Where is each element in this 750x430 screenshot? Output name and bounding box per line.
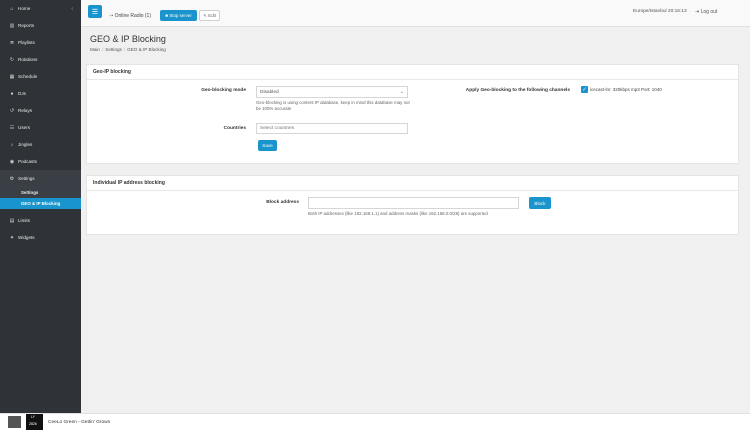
sidebar-item-podcasts[interactable]: ◉ Podcasts — [0, 153, 81, 170]
breadcrumb-current: GEO & IP Blocking — [127, 47, 166, 52]
stop-server-button[interactable]: ■ Stop server — [160, 10, 197, 21]
geo-mode-help: Geo-blocking is using content IP databas… — [256, 100, 410, 111]
ip-blocking-panel: Individual IP address blocking Block add… — [86, 175, 739, 235]
sidebar-item-users[interactable]: ☷ Users — [0, 119, 81, 136]
list-icon: ≣ — [9, 39, 15, 46]
sidebar-item-jingles[interactable]: ♪ Jingles — [0, 136, 81, 153]
block-address-input[interactable] — [308, 197, 519, 209]
geo-ip-panel: Geo-IP blocking Geo-blocking mode Disabl… — [86, 64, 739, 164]
logout-icon: ⇥ — [695, 9, 700, 15]
radio-selector[interactable]: ⇢ Online Radio (1) — [109, 13, 151, 19]
widgets-icon: ✦ — [9, 234, 15, 241]
sidebar-item-label: Jingles — [18, 142, 33, 147]
bell-icon: ♪ — [10, 141, 14, 148]
ip-blocking-panel-title: Individual IP address blocking — [87, 176, 738, 191]
player-bar: LY 2826 CeeLo Green - Gettin' Grown — [0, 413, 750, 430]
sidebar-item-relays[interactable]: ↺ Relays — [0, 102, 81, 119]
check-icon: ✓ — [582, 86, 587, 93]
server-time: Europe/Istanbul 20:16:13 — [633, 9, 687, 14]
block-button[interactable]: Block — [529, 197, 551, 209]
sidebar-item-label: DJs — [18, 91, 26, 96]
breadcrumb: Main / Settings / GEO & IP Blocking — [90, 47, 166, 52]
sidebar-item-reports[interactable]: ▥ Reports — [0, 17, 81, 34]
sliders-icon: ⚙ — [9, 175, 15, 182]
channel-checkbox[interactable]: ✓ — [581, 86, 588, 93]
menu-toggle-button[interactable]: ☰ — [88, 5, 102, 18]
logout-label: Log out — [700, 9, 718, 15]
hamburger-icon: ☰ — [91, 8, 99, 16]
sidebar-item-schedule[interactable]: ▦ Schedule — [0, 68, 81, 85]
sidebar-item-label: Settings — [18, 176, 35, 181]
sidebar-item-limits[interactable]: ▤ Limits — [0, 212, 81, 229]
geo-ip-panel-title: Geo-IP blocking — [87, 65, 738, 80]
radio-icon: ⇢ — [109, 13, 114, 19]
sidebar-item-label: Podcasts — [18, 159, 37, 164]
sidebar-item-label: Rotations — [18, 57, 38, 62]
chevron-down-icon: ⌄ — [399, 89, 404, 95]
breadcrumb-separator: / — [101, 47, 104, 52]
countries-select[interactable] — [256, 123, 408, 134]
sidebar-item-label: Relays — [18, 108, 33, 113]
rotate-icon: ↻ — [9, 56, 15, 63]
geo-mode-label: Geo-blocking mode — [201, 88, 246, 93]
page-title: GEO & IP Blocking — [90, 34, 166, 44]
sidebar-item-home[interactable]: ⌂ Home ‹ — [0, 0, 81, 17]
sidebar-item-label: Users — [18, 125, 30, 130]
play-button[interactable] — [8, 416, 21, 428]
edit-label: Edit — [208, 13, 216, 18]
breadcrumb-settings[interactable]: Settings — [105, 47, 122, 52]
users-icon: ☷ — [9, 124, 15, 131]
sidebar-item-label: Playlists — [18, 40, 35, 45]
calendar-icon: ▦ — [9, 73, 15, 80]
sidebar-subitem-settings[interactable]: Settings — [0, 187, 81, 198]
mic-icon: ● — [10, 90, 14, 97]
breadcrumb-separator: / — [123, 47, 126, 52]
sidebar-subitem-geo-ip-blocking[interactable]: GEO & IP Blocking — [0, 198, 81, 209]
album-art-text-top: LY — [31, 415, 36, 419]
chart-icon: ▥ — [9, 22, 15, 29]
album-art-text-bottom: 2826 — [29, 422, 37, 426]
now-playing-title: CeeLo Green - Gettin' Grown — [48, 420, 111, 425]
sidebar-item-playlists[interactable]: ≣ Playlists — [0, 34, 81, 51]
sidebar-item-widgets[interactable]: ✦ Widgets — [0, 229, 81, 246]
sidebar-item-label: Reports — [18, 23, 35, 28]
radio-name-label: Online Radio (1) — [114, 13, 151, 19]
sidebar-item-label: Widgets — [18, 235, 35, 240]
sidebar-item-label: Schedule — [18, 74, 38, 79]
home-icon: ⌂ — [10, 5, 14, 12]
block-address-help: Both IP addresses (like 192.168.1.1) and… — [308, 211, 488, 216]
sidebar: ⌂ Home ‹ ▥ Reports ≣ Playlists ↻ Rotations ▦ Sched… — [0, 0, 81, 413]
pencil-icon: ✎ — [203, 12, 207, 18]
edit-button[interactable]: ✎ Edit — [199, 10, 220, 21]
geo-mode-select[interactable]: Disabled ⌄ — [256, 86, 408, 98]
top-bar: ☰ ⇢ Online Radio (1) ■ Stop server ✎ Edi… — [81, 0, 750, 27]
limits-icon: ▤ — [9, 217, 15, 224]
stop-icon: ■ — [165, 13, 168, 18]
sidebar-item-label: Limits — [18, 218, 30, 223]
block-address-label: Block address — [266, 200, 299, 205]
breadcrumb-main[interactable]: Main — [90, 47, 100, 52]
stop-server-label: Stop server — [169, 13, 192, 18]
album-art: LY 2826 — [26, 414, 43, 430]
sidebar-item-settings[interactable]: ⚙ Settings — [0, 170, 81, 187]
podcast-icon: ◉ — [9, 158, 15, 165]
channel-label: icecast-lm: 320kbps mp3 Port: 1040 — [590, 87, 662, 92]
chevron-left-icon: ‹ — [71, 5, 73, 12]
geo-mode-value: Disabled — [260, 89, 279, 95]
logout-link[interactable]: ⇥ Log out — [695, 9, 717, 15]
relay-icon: ↺ — [9, 107, 15, 114]
countries-label: Countries — [223, 126, 246, 131]
save-button[interactable]: Save — [258, 140, 277, 151]
sidebar-item-rotations[interactable]: ↻ Rotations — [0, 51, 81, 68]
sidebar-item-djs[interactable]: ● DJs — [0, 85, 81, 102]
sidebar-item-label: Home — [18, 6, 31, 11]
apply-channels-label: Apply Geo-blocking to the following chan… — [465, 88, 570, 93]
